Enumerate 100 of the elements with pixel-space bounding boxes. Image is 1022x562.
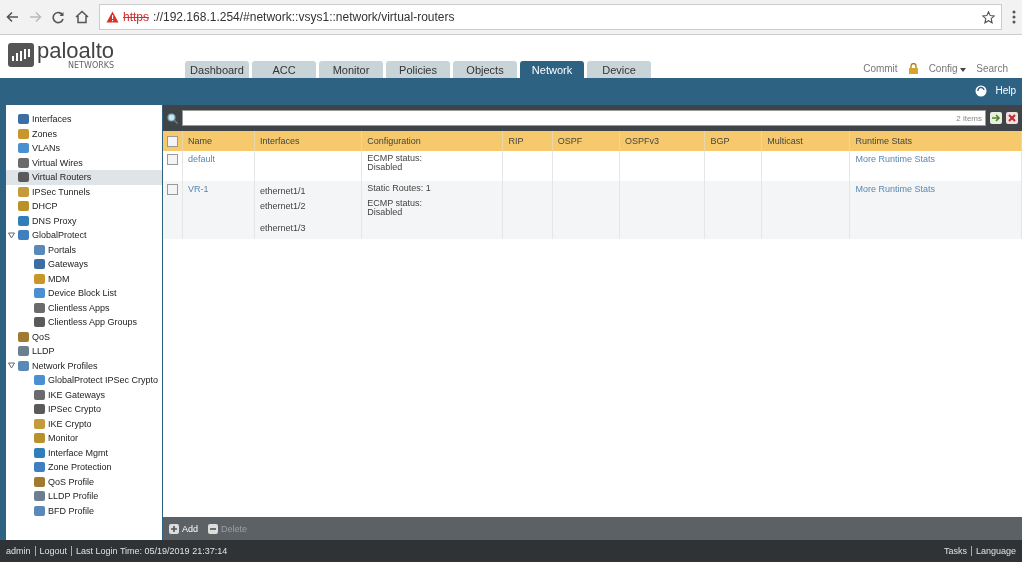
sidebar-item[interactable]: Zone Protection xyxy=(6,460,162,475)
nav-tab[interactable]: Device xyxy=(587,61,651,78)
item-icon xyxy=(34,505,45,516)
sidebar-item[interactable]: Device Block List xyxy=(6,286,162,301)
sidebar-item[interactable]: Monitor xyxy=(6,431,162,446)
item-icon xyxy=(34,389,45,400)
home-icon[interactable] xyxy=(75,10,89,24)
item-label: QoS xyxy=(32,331,50,342)
row-checkbox[interactable] xyxy=(167,154,178,166)
nav-tab[interactable]: ACC xyxy=(252,61,316,78)
sidebar-item[interactable]: Interfaces xyxy=(6,112,162,127)
nav-tab[interactable]: Dashboard xyxy=(185,61,249,78)
sidebar-item[interactable]: Virtual Wires xyxy=(6,155,162,170)
commit-button[interactable]: Commit xyxy=(863,63,898,74)
item-icon xyxy=(34,447,45,458)
sidebar-item[interactable]: LLDP xyxy=(6,344,162,359)
nav-tab[interactable]: Objects xyxy=(453,61,517,78)
logo-icon xyxy=(8,43,34,67)
column-header[interactable]: Runtime Stats xyxy=(849,131,1022,151)
sidebar-item[interactable]: VLANs xyxy=(6,141,162,156)
sidebar-item[interactable]: Clientless App Groups xyxy=(6,315,162,330)
sidebar-item[interactable]: Clientless Apps xyxy=(6,300,162,315)
item-label: Network Profiles xyxy=(32,360,98,371)
search-icon xyxy=(167,112,178,124)
sidebar-item[interactable]: MDM xyxy=(6,271,162,286)
sidebar-item[interactable]: Network Profiles xyxy=(6,358,162,373)
sidebar-item[interactable]: DHCP xyxy=(6,199,162,214)
language-link[interactable]: Language xyxy=(970,546,1016,556)
sidebar-item[interactable]: Interface Mgmt xyxy=(6,445,162,460)
runtime-stats-link[interactable]: More Runtime Stats xyxy=(855,154,935,164)
router-name-link[interactable]: default xyxy=(188,154,216,164)
nav-tab[interactable]: Network xyxy=(520,61,584,78)
item-label: Zones xyxy=(32,128,57,139)
column-header[interactable]: OSPF xyxy=(552,131,620,151)
reload-icon[interactable] xyxy=(52,10,65,24)
router-name-link[interactable]: VR-1 xyxy=(188,184,209,194)
item-icon xyxy=(18,215,29,226)
caret-icon xyxy=(960,68,967,72)
refresh-icon[interactable] xyxy=(975,84,988,97)
table-cell-text: ECMP status: Disabled xyxy=(367,154,424,172)
sidebar-item[interactable]: IKE Gateways xyxy=(6,387,162,402)
logo-subtitle: NETWORKS xyxy=(68,62,115,70)
item-icon xyxy=(18,114,29,125)
lock-icon[interactable] xyxy=(907,63,919,74)
sidebar-item[interactable]: Zones xyxy=(6,126,162,141)
sidebar-item[interactable]: QoS xyxy=(6,329,162,344)
help-link[interactable]: Help xyxy=(995,85,1016,96)
logout-link[interactable]: Logout xyxy=(34,546,68,556)
row-checkbox[interactable] xyxy=(167,184,178,196)
column-header[interactable]: RIP xyxy=(503,131,553,151)
item-icon xyxy=(34,244,45,255)
column-header[interactable]: BGP xyxy=(704,131,762,151)
sidebar-item[interactable]: Gateways xyxy=(6,257,162,272)
address-field[interactable]: https ://192.168.1.254/#network::vsys1::network/virtual-routers xyxy=(99,4,1002,30)
sidebar-item[interactable]: LLDP Profile xyxy=(6,489,162,504)
sidebar-item[interactable]: QoS Profile xyxy=(6,474,162,489)
nav-tab[interactable]: Monitor xyxy=(319,61,383,78)
item-label: Clientless Apps xyxy=(48,302,110,313)
item-label: BFD Profile xyxy=(48,505,94,516)
sidebar-item[interactable]: GlobalProtect IPSec Crypto xyxy=(6,373,162,388)
item-icon xyxy=(34,288,45,299)
column-header[interactable]: OSPFv3 xyxy=(619,131,705,151)
apply-filter-icon[interactable] xyxy=(990,112,1002,124)
item-icon xyxy=(18,186,29,197)
item-label: DHCP xyxy=(32,201,58,212)
sidebar-item[interactable]: IKE Crypto xyxy=(6,416,162,431)
sidebar-item[interactable]: Portals xyxy=(6,242,162,257)
back-icon[interactable] xyxy=(6,11,19,23)
sidebar-item[interactable]: Virtual Routers xyxy=(6,170,162,185)
filter-field[interactable]: 2 items xyxy=(182,110,986,126)
column-header[interactable]: Configuration xyxy=(361,131,503,151)
column-header[interactable]: Name xyxy=(182,131,255,151)
clear-filter-icon[interactable] xyxy=(1006,112,1018,124)
expand-arrow-icon[interactable] xyxy=(8,362,15,370)
item-label: Clientless App Groups xyxy=(48,317,138,328)
item-icon xyxy=(18,172,29,183)
item-label: Monitor xyxy=(48,433,78,444)
item-icon xyxy=(34,433,45,444)
sidebar-item[interactable]: DNS Proxy xyxy=(6,213,162,228)
warning-icon xyxy=(106,11,119,23)
sidebar-item[interactable]: GlobalProtect xyxy=(6,228,162,243)
tasks-link[interactable]: Tasks xyxy=(943,546,967,556)
select-all-checkbox[interactable] xyxy=(167,135,178,147)
config-menu[interactable]: Config xyxy=(928,63,967,74)
column-header[interactable]: Interfaces xyxy=(254,131,362,151)
sidebar-item[interactable]: IPSec Tunnels xyxy=(6,184,162,199)
expand-arrow-icon[interactable] xyxy=(8,231,15,239)
item-label: GlobalProtect xyxy=(32,230,87,241)
nav-tab[interactable]: Policies xyxy=(386,61,450,78)
column-header[interactable]: Multicast xyxy=(761,131,850,151)
search-link[interactable]: Search xyxy=(976,63,1008,74)
table-cell-text: ethernet1/2 xyxy=(260,200,307,213)
sidebar-item[interactable]: IPSec Crypto xyxy=(6,402,162,417)
footer-button[interactable]: Add xyxy=(169,523,198,534)
minus-icon xyxy=(208,523,218,534)
sidebar-item[interactable]: BFD Profile xyxy=(6,503,162,518)
runtime-stats-link[interactable]: More Runtime Stats xyxy=(855,184,935,194)
item-icon xyxy=(34,259,45,270)
bookmark-star-icon[interactable] xyxy=(982,10,995,24)
menu-icon[interactable] xyxy=(1012,10,1016,24)
